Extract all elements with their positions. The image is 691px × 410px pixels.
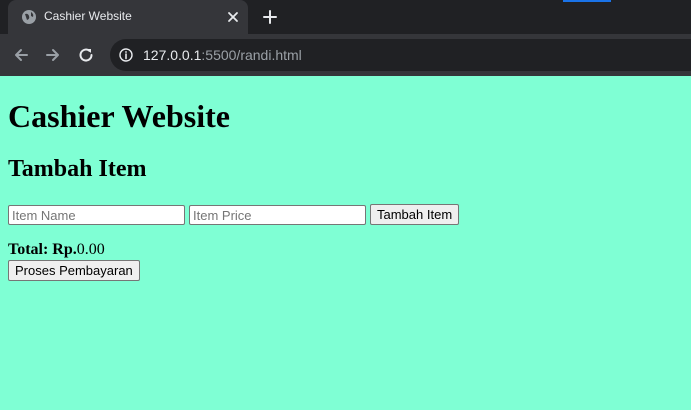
page-title: Cashier Website [8,98,230,134]
browser-tabstrip: Cashier Website [0,0,691,34]
reload-icon[interactable] [77,46,95,64]
forward-arrow-icon[interactable] [44,46,62,64]
back-arrow-icon[interactable] [12,46,30,64]
total-label: Total: Rp. [8,241,77,258]
total-line: Total: Rp.0.00 [8,241,105,259]
browser-tab[interactable]: Cashier Website [8,0,248,34]
browser-toolbar: 127.0.0.1:5500/randi.html [0,34,691,76]
globe-icon [22,10,36,24]
info-icon[interactable] [119,48,133,62]
item-price-input[interactable] [189,205,366,225]
tab-title: Cashier Website [44,9,132,23]
section-title: Tambah Item [8,156,147,182]
url-path: :5500/randi.html [201,47,302,63]
page-content: Cashier Website Tambah Item Tambah Item … [0,76,691,410]
profile-accent [563,0,611,2]
address-bar[interactable]: 127.0.0.1:5500/randi.html [110,39,691,71]
new-tab-icon[interactable] [262,9,278,25]
url-host: 127.0.0.1 [143,47,202,63]
url-text: 127.0.0.1:5500/randi.html [143,47,302,63]
close-icon[interactable] [226,10,240,24]
item-name-input[interactable] [8,205,185,225]
add-item-button[interactable]: Tambah Item [370,204,460,225]
process-payment-button[interactable]: Proses Pembayaran [8,260,140,281]
total-value: 0.00 [76,241,105,258]
